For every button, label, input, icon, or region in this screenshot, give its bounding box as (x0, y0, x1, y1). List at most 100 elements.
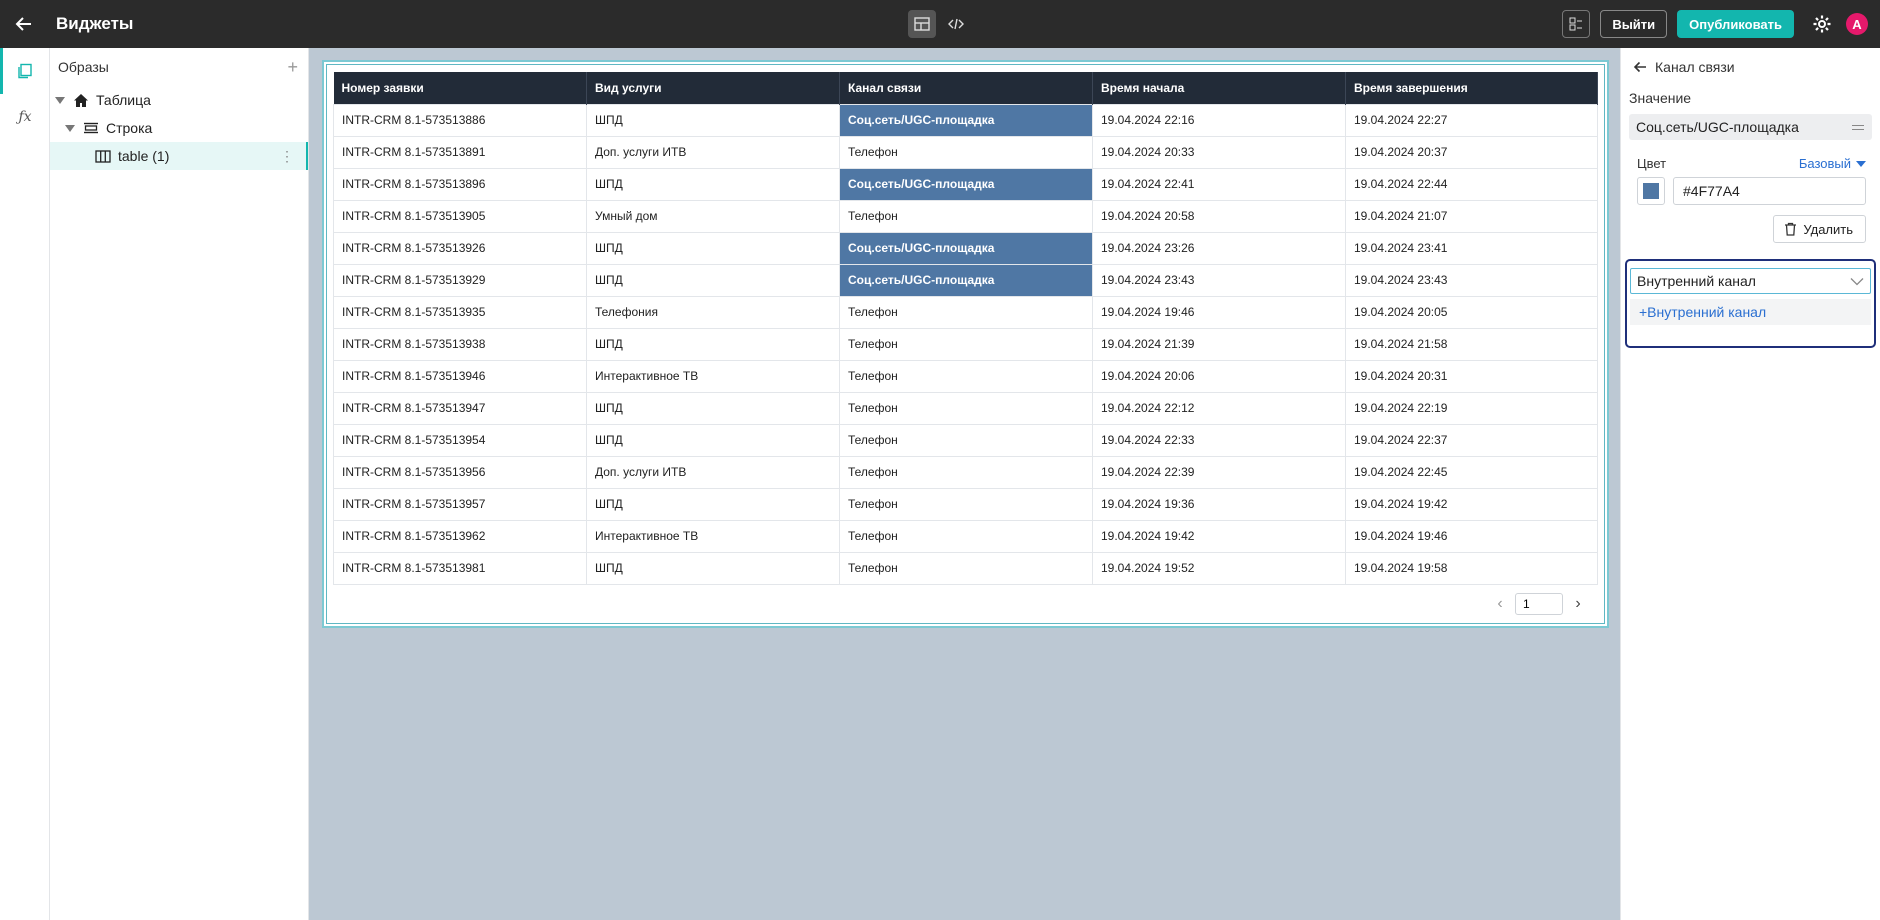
table-widget[interactable]: Номер заявки Вид услуги Канал связи Врем… (322, 60, 1609, 628)
table-row[interactable]: INTR-CRM 8.1-573513957 ШПД Телефон 19.04.20… (333, 487, 1598, 521)
table-row[interactable]: INTR-CRM 8.1-573513886 ШПД Соц.сеть/UGC-пл… (333, 103, 1598, 137)
start-time-cell[interactable]: 19.04.2024 19:36 (1092, 487, 1346, 521)
service-cell[interactable]: ШПД (586, 551, 840, 585)
value-field[interactable]: Соц.сеть/UGC-площадка (1629, 114, 1872, 140)
service-cell[interactable]: Доп. услуги ИТВ (586, 135, 840, 169)
page-input[interactable] (1515, 593, 1563, 615)
channel-select[interactable]: Внутренний канал (1630, 268, 1871, 294)
request-number-cell[interactable]: INTR-CRM 8.1-573513905 (333, 199, 587, 233)
table-row[interactable]: INTR-CRM 8.1-573513946 Интерактивное ТВ Те… (333, 359, 1598, 393)
start-time-cell[interactable]: 19.04.2024 23:26 (1092, 231, 1346, 265)
caret-down-icon[interactable] (65, 124, 75, 132)
start-time-cell[interactable]: 19.04.2024 19:42 (1092, 519, 1346, 553)
request-number-cell[interactable]: INTR-CRM 8.1-573513935 (333, 295, 587, 329)
caret-down-icon[interactable] (55, 96, 65, 104)
code-mode-button[interactable] (942, 10, 970, 38)
end-time-cell[interactable]: 19.04.2024 20:31 (1345, 359, 1598, 393)
end-time-cell[interactable]: 19.04.2024 23:43 (1345, 263, 1598, 297)
publish-button[interactable]: Опубликовать (1677, 10, 1794, 38)
request-number-cell[interactable]: INTR-CRM 8.1-573513956 (333, 455, 587, 489)
channel-cell[interactable]: Телефон (839, 423, 1093, 457)
more-vertical-icon[interactable]: ⋮ (280, 148, 294, 165)
service-cell[interactable]: Интерактивное ТВ (586, 359, 840, 393)
request-number-cell[interactable]: INTR-CRM 8.1-573513954 (333, 423, 587, 457)
table-row[interactable]: INTR-CRM 8.1-573513929 ШПД Соц.сеть/UGC-пл… (333, 263, 1598, 297)
color-hex-input[interactable] (1673, 177, 1866, 205)
end-time-cell[interactable]: 19.04.2024 20:05 (1345, 295, 1598, 329)
service-cell[interactable]: ШПД (586, 391, 840, 425)
color-mode-dropdown[interactable]: Базовый (1799, 156, 1866, 171)
table-row[interactable]: INTR-CRM 8.1-573513935 Телефония Телефон 19… (333, 295, 1598, 329)
service-cell[interactable]: ШПД (586, 231, 840, 265)
prev-page-button[interactable]: ‹ (1493, 595, 1507, 613)
start-time-cell[interactable]: 19.04.2024 22:16 (1092, 103, 1346, 137)
channel-cell[interactable]: Соц.сеть/UGC-площадка (839, 103, 1093, 137)
request-number-cell[interactable]: INTR-CRM 8.1-573513962 (333, 519, 587, 553)
request-number-cell[interactable]: INTR-CRM 8.1-573513981 (333, 551, 587, 585)
channel-cell[interactable]: Телефон (839, 455, 1093, 489)
table-row[interactable]: INTR-CRM 8.1-573513905 Умный дом Телефон 19… (333, 199, 1598, 233)
table-row[interactable]: INTR-CRM 8.1-573513962 Интерактивное ТВ Те… (333, 519, 1598, 553)
column-header[interactable]: Время завершения (1345, 72, 1598, 104)
add-option-item[interactable]: +Внутренний канал (1630, 299, 1871, 325)
column-header[interactable]: Время начала (1092, 72, 1346, 104)
table-row[interactable]: INTR-CRM 8.1-573513896 ШПД Соц.сеть/UGC-пл… (333, 167, 1598, 201)
end-time-cell[interactable]: 19.04.2024 19:46 (1345, 519, 1598, 553)
add-button[interactable]: + (287, 57, 298, 78)
request-number-cell[interactable]: INTR-CRM 8.1-573513938 (333, 327, 587, 361)
service-cell[interactable]: ШПД (586, 327, 840, 361)
start-time-cell[interactable]: 19.04.2024 21:39 (1092, 327, 1346, 361)
request-number-cell[interactable]: INTR-CRM 8.1-573513929 (333, 263, 587, 297)
exit-button[interactable]: Выйти (1600, 10, 1668, 38)
avatar[interactable]: A (1846, 13, 1868, 35)
end-time-cell[interactable]: 19.04.2024 22:44 (1345, 167, 1598, 201)
column-header[interactable]: Номер заявки (333, 72, 587, 104)
end-time-cell[interactable]: 19.04.2024 21:07 (1345, 199, 1598, 233)
service-cell[interactable]: Телефония (586, 295, 840, 329)
end-time-cell[interactable]: 19.04.2024 19:58 (1345, 551, 1598, 585)
service-cell[interactable]: ШПД (586, 487, 840, 521)
tree-item-row[interactable]: Строка (50, 114, 308, 142)
table-row[interactable]: INTR-CRM 8.1-573513947 ШПД Телефон 19.04.20… (333, 391, 1598, 425)
layout-mode-button[interactable] (908, 10, 936, 38)
request-number-cell[interactable]: INTR-CRM 8.1-573513926 (333, 231, 587, 265)
service-cell[interactable]: ШПД (586, 263, 840, 297)
channel-cell[interactable]: Телефон (839, 551, 1093, 585)
service-cell[interactable]: ШПД (586, 423, 840, 457)
column-header[interactable]: Вид услуги (586, 72, 840, 104)
service-cell[interactable]: ШПД (586, 103, 840, 137)
channel-cell[interactable]: Телефон (839, 487, 1093, 521)
drag-handle-icon[interactable] (1852, 124, 1864, 130)
start-time-cell[interactable]: 19.04.2024 22:33 (1092, 423, 1346, 457)
channel-cell[interactable]: Телефон (839, 391, 1093, 425)
table-row[interactable]: INTR-CRM 8.1-573513981 ШПД Телефон 19.04.20… (333, 551, 1598, 585)
tree-item-table-1[interactable]: table (1) ⋮ (50, 142, 308, 170)
end-time-cell[interactable]: 19.04.2024 22:19 (1345, 391, 1598, 425)
end-time-cell[interactable]: 19.04.2024 22:45 (1345, 455, 1598, 489)
request-number-cell[interactable]: INTR-CRM 8.1-573513886 (333, 103, 587, 137)
structure-button[interactable] (1562, 10, 1591, 38)
end-time-cell[interactable]: 19.04.2024 19:42 (1345, 487, 1598, 521)
channel-cell[interactable]: Телефон (839, 295, 1093, 329)
start-time-cell[interactable]: 19.04.2024 23:43 (1092, 263, 1346, 297)
end-time-cell[interactable]: 19.04.2024 21:58 (1345, 327, 1598, 361)
settings-button[interactable] (1808, 10, 1836, 38)
service-cell[interactable]: Интерактивное ТВ (586, 519, 840, 553)
service-cell[interactable]: Доп. услуги ИТВ (586, 455, 840, 489)
column-header[interactable]: Канал связи (839, 72, 1093, 104)
request-number-cell[interactable]: INTR-CRM 8.1-573513957 (333, 487, 587, 521)
table-row[interactable]: INTR-CRM 8.1-573513954 ШПД Телефон 19.04.20… (333, 423, 1598, 457)
panel-back-button[interactable] (1633, 60, 1647, 74)
channel-cell[interactable]: Телефон (839, 327, 1093, 361)
end-time-cell[interactable]: 19.04.2024 22:37 (1345, 423, 1598, 457)
request-number-cell[interactable]: INTR-CRM 8.1-573513891 (333, 135, 587, 169)
table-row[interactable]: INTR-CRM 8.1-573513926 ШПД Соц.сеть/UGC-пл… (333, 231, 1598, 265)
channel-cell[interactable]: Соц.сеть/UGC-площадка (839, 167, 1093, 201)
channel-cell[interactable]: Телефон (839, 359, 1093, 393)
delete-button[interactable]: Удалить (1773, 215, 1866, 243)
end-time-cell[interactable]: 19.04.2024 20:37 (1345, 135, 1598, 169)
rail-layers-item[interactable] (0, 48, 50, 94)
start-time-cell[interactable]: 19.04.2024 20:06 (1092, 359, 1346, 393)
start-time-cell[interactable]: 19.04.2024 22:12 (1092, 391, 1346, 425)
tree-item-table-root[interactable]: Таблица (50, 86, 308, 114)
